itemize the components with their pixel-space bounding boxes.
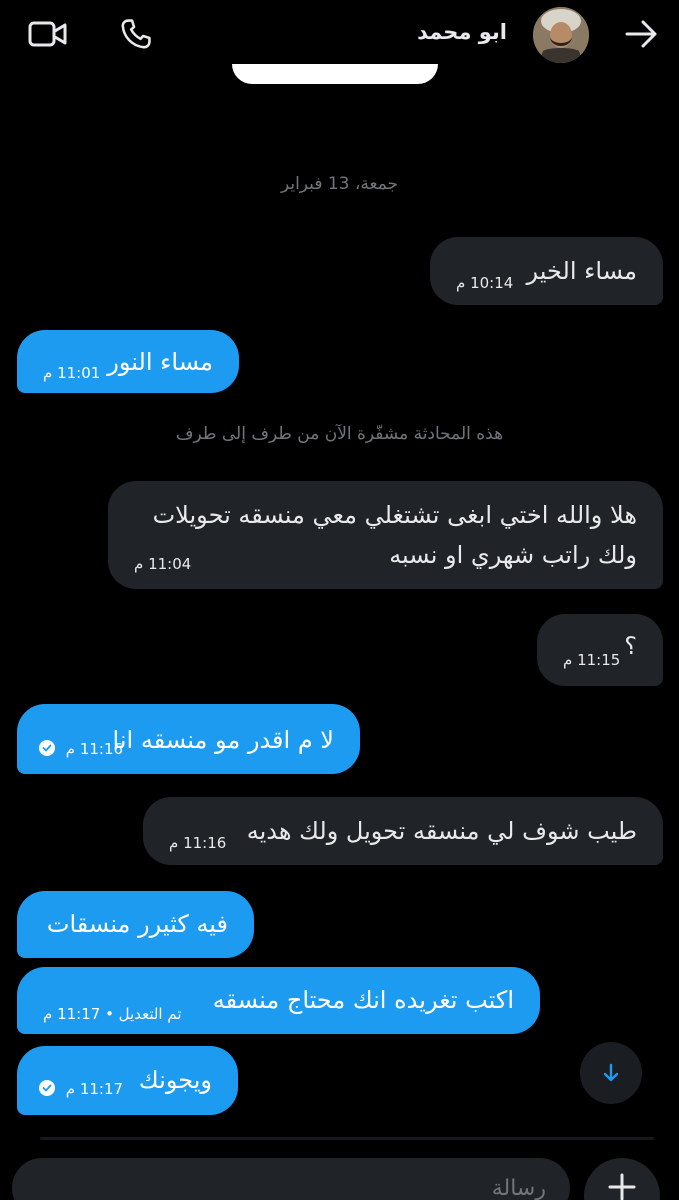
back-button[interactable] [620, 12, 664, 56]
phone-icon [121, 19, 151, 49]
contact-avatar[interactable] [533, 7, 589, 63]
plus-icon [608, 1173, 636, 1200]
message-bubble-outgoing[interactable]: ويجونك 11:17 م [17, 1046, 238, 1115]
message-meta: 11:16 م [39, 740, 123, 758]
message-text: فيه كثيرر منسقات [46, 910, 228, 938]
message-bubble-incoming[interactable]: هلا والله اختي ابغى تشتغلي معي منسقه تحو… [108, 481, 663, 589]
message-text: مساء النور [107, 348, 213, 376]
message-meta: 11:17 م [39, 1080, 123, 1098]
message-bubble-outgoing[interactable]: فيه كثيرر منسقات [17, 891, 254, 958]
message-time: 11:16 م [169, 834, 227, 852]
video-call-button[interactable] [26, 12, 70, 56]
message-text: هلا والله اختي ابغى تشتغلي معي منسقه تحو… [152, 501, 637, 569]
pinned-banner-edge [232, 64, 438, 84]
scroll-to-bottom-button[interactable] [580, 1042, 642, 1104]
message-composer[interactable] [12, 1158, 570, 1200]
add-attachment-button[interactable] [584, 1158, 660, 1200]
message-time-edited: تم التعديل • 11:17 م [43, 1005, 182, 1023]
chat-header: ابو محمد [0, 0, 679, 72]
date-separator: جمعة، 13 فبراير [280, 174, 399, 194]
message-text: لا م اقدر مو منسقه انا [112, 726, 334, 754]
message-time: 11:01 م [43, 364, 101, 382]
read-receipt-icon [39, 740, 55, 756]
message-bubble-incoming[interactable]: مساء الخير 10:14 م [430, 237, 663, 305]
message-bubble-outgoing[interactable]: مساء النور 11:01 م [17, 330, 239, 393]
message-text: ؟ [624, 632, 637, 660]
read-receipt-icon [39, 1080, 55, 1096]
message-bubble-incoming[interactable]: ؟ 11:15 م [537, 614, 663, 686]
contact-name[interactable]: ابو محمد [417, 20, 507, 44]
message-input[interactable] [12, 1158, 570, 1200]
message-bubble-outgoing[interactable]: اكتب تغريده انك محتاج منسقه تم التعديل •… [17, 967, 540, 1034]
arrow-down-icon [603, 1063, 619, 1082]
message-text: اكتب تغريده انك محتاج منسقه [212, 986, 514, 1014]
arrow-right-icon [625, 20, 657, 48]
composer-divider [40, 1137, 654, 1140]
message-bubble-outgoing[interactable]: لا م اقدر مو منسقه انا 11:16 م [17, 704, 360, 774]
message-time: 11:04 م [134, 555, 192, 573]
message-time: 11:16 م [65, 740, 124, 758]
message-text: مساء الخير [526, 257, 637, 285]
encryption-notice: هذه المحادثة مشفّرة الآن من طرف إلى طرف [175, 424, 504, 444]
video-camera-icon [28, 21, 67, 47]
message-time: 11:17 م [65, 1080, 124, 1098]
message-bubble-incoming[interactable]: طيب شوف لي منسقه تحويل ولك هديه 11:16 م [143, 797, 663, 865]
message-time: 11:15 م [563, 651, 621, 669]
message-text: ويجونك [138, 1066, 212, 1094]
message-time: 10:14 م [456, 274, 514, 292]
voice-call-button[interactable] [114, 12, 158, 56]
message-text: طيب شوف لي منسقه تحويل ولك هديه [246, 817, 637, 845]
